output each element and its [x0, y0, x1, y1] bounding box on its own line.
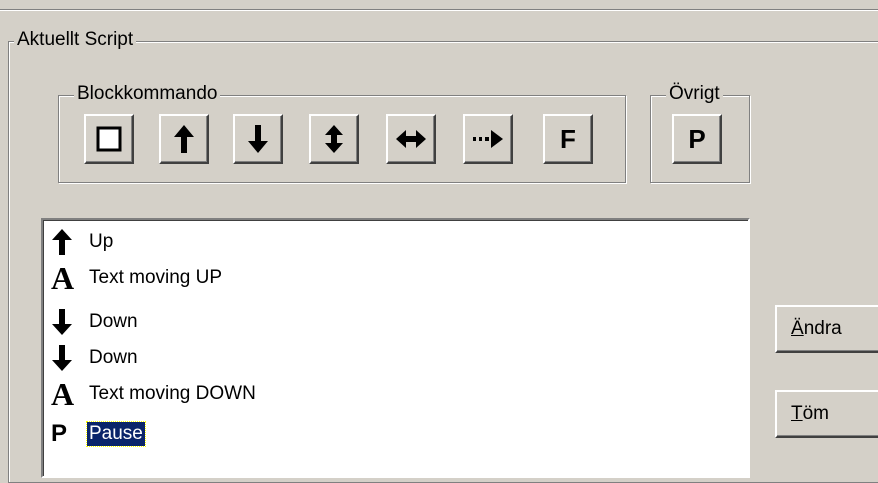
block-button-up[interactable] [159, 114, 209, 164]
block-button-up-down[interactable] [309, 114, 359, 164]
letter-a-icon: A [51, 376, 75, 412]
block-button-f[interactable]: F [543, 114, 593, 164]
block-button-scroll-right[interactable] [463, 114, 513, 164]
arrow-up-icon [51, 224, 83, 260]
arrow-left-right-icon [395, 128, 427, 150]
list-item-label: Down [89, 347, 138, 368]
block-button-square[interactable] [84, 114, 134, 164]
block-button-left-right[interactable] [386, 114, 436, 164]
other-button-pause[interactable]: P [672, 114, 722, 164]
list-item[interactable]: A Text moving DOWN [51, 376, 258, 412]
list-item-label: Text moving UP [89, 267, 223, 288]
clear-button[interactable]: Töm [775, 390, 878, 438]
arrow-up-down-icon [323, 124, 345, 154]
list-item-label: Pause [86, 421, 146, 447]
list-item[interactable]: Down [51, 304, 140, 340]
letter-p-icon: P [51, 420, 68, 447]
letter-p-icon: P [688, 123, 706, 154]
change-button-accel: Ä [791, 318, 804, 339]
dotted-arrow-right-icon [472, 128, 504, 150]
arrow-down-icon [51, 340, 83, 376]
list-item[interactable]: Up [51, 224, 115, 260]
block-button-down[interactable] [233, 114, 283, 164]
arrow-up-icon [173, 124, 195, 154]
block-command-legend: Blockkommando [74, 83, 221, 105]
arrow-down-icon [247, 124, 269, 154]
script-list[interactable]: Up A Text moving UP Down Down A Text mov… [41, 218, 750, 478]
top-separator [0, 9, 878, 11]
other-legend: Övrigt [666, 83, 723, 105]
list-item-label: Text moving DOWN [89, 383, 256, 404]
current-script-legend: Aktuellt Script [14, 29, 137, 51]
list-item-selected[interactable]: P Pause [51, 416, 146, 452]
change-button[interactable]: Ändra [775, 305, 878, 353]
clear-button-accel: T [791, 403, 803, 424]
arrow-down-icon [51, 304, 83, 340]
letter-a-icon: A [51, 260, 75, 296]
list-item-label: Up [89, 231, 114, 252]
change-button-label: ndra [803, 318, 842, 339]
square-icon [96, 126, 122, 152]
list-item-label: Down [89, 311, 138, 332]
clear-button-label: öm [802, 403, 830, 424]
list-item[interactable]: A Text moving UP [51, 260, 224, 296]
letter-f-icon: F [560, 123, 576, 154]
list-item[interactable]: Down [51, 340, 140, 376]
